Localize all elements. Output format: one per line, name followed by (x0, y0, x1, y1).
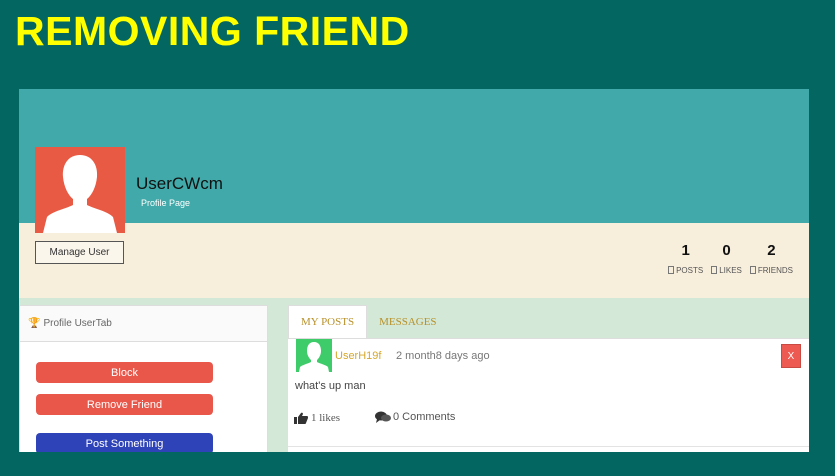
friends-icon (749, 266, 756, 274)
likes-icon (711, 266, 718, 274)
comments-count: 0 Comments (393, 411, 456, 423)
tab-my-posts[interactable]: MY POSTS (288, 305, 368, 338)
likes-count: 1 likes (311, 412, 341, 424)
profile-app: UserCWcm Profile Page Manage User 1 POST… (19, 89, 809, 452)
like-button[interactable]: 1 likes (294, 412, 340, 424)
post-author-avatar[interactable] (296, 339, 332, 372)
posts-icon (668, 266, 675, 274)
user-silhouette-icon (43, 155, 117, 233)
stat-posts-label: POSTS (668, 266, 703, 275)
profile-username: UserCWcm (136, 174, 223, 193)
comments-button[interactable]: 0 Comments (375, 411, 455, 423)
cover-area (19, 89, 809, 223)
stat-likes-value: 0 (722, 242, 731, 259)
tab-messages[interactable]: MESSAGES (367, 305, 448, 338)
post-text: what's up man (295, 380, 366, 392)
profile-stats: 1 POSTS 0 LIKES 2 FRIENDS (668, 242, 793, 275)
panel-header-label: Profile UserTab (43, 318, 112, 329)
stat-posts-value: 1 (681, 242, 690, 259)
trophy-icon: 🏆 (28, 318, 41, 329)
post-card: UserH19f 2 month8 days ago X what's up m… (288, 338, 809, 452)
panel-header: 🏆 Profile UserTab (20, 306, 267, 342)
profile-usertab-panel: 🏆 Profile UserTab Block Remove Friend Po… (19, 305, 268, 452)
manage-user-button[interactable]: Manage User (35, 241, 124, 264)
thumbs-up-icon (294, 412, 308, 424)
post-something-button[interactable]: Post Something (36, 433, 213, 452)
user-silhouette-icon (299, 342, 329, 372)
stat-friends-label: FRIENDS (749, 266, 793, 275)
stat-likes-label: LIKES (711, 266, 742, 275)
profile-avatar (35, 147, 125, 233)
post-author-link[interactable]: UserH19f (335, 350, 381, 362)
post-timestamp: 2 month8 days ago (396, 350, 490, 362)
stat-likes: 0 LIKES (711, 242, 742, 275)
block-button[interactable]: Block (36, 362, 213, 383)
content-tabs: MY POSTS MESSAGES (288, 305, 449, 338)
post-divider (288, 446, 809, 447)
delete-post-button[interactable]: X (781, 344, 801, 368)
stat-friends: 2 FRIENDS (749, 242, 793, 275)
stat-posts: 1 POSTS (668, 242, 703, 275)
remove-friend-button[interactable]: Remove Friend (36, 394, 213, 415)
comments-icon (375, 411, 391, 423)
stat-friends-value: 2 (767, 242, 776, 259)
profile-subtitle: Profile Page (141, 198, 191, 208)
page-banner-title: REMOVING FRIEND (15, 8, 410, 54)
